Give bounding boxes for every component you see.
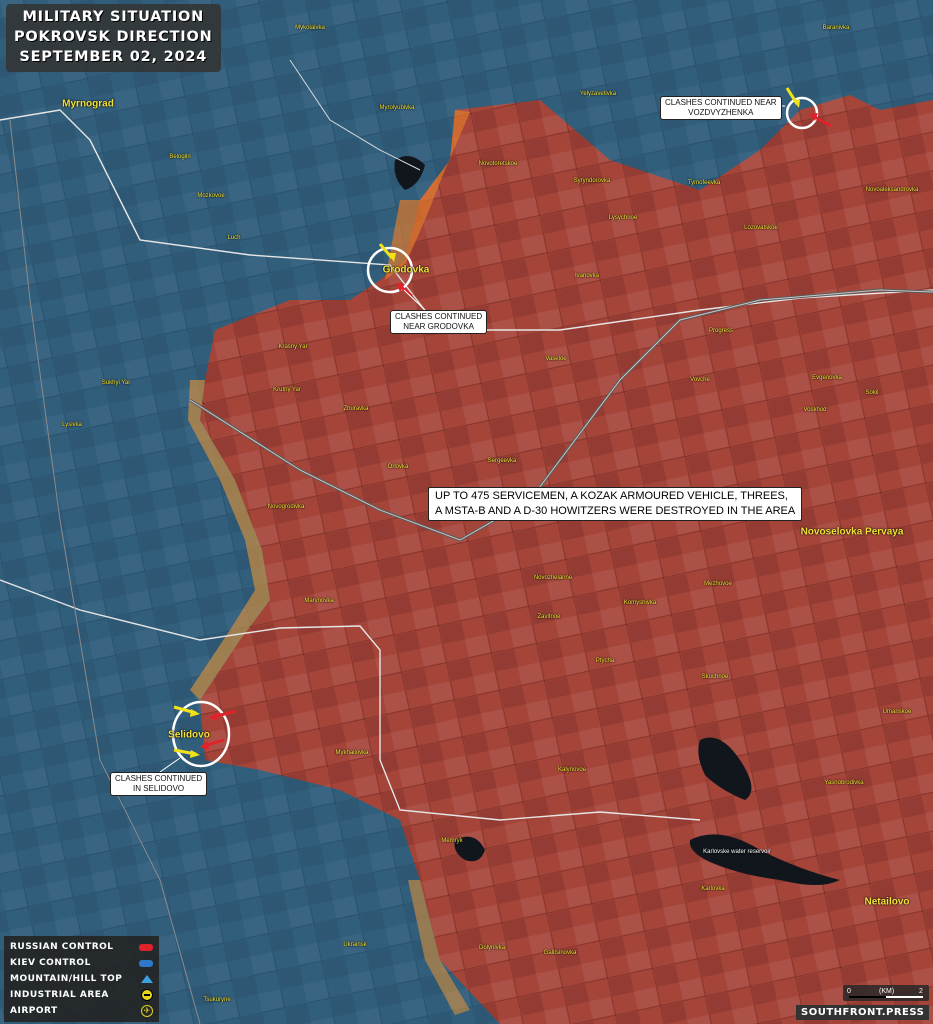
legend-label: INDUSTRIAL AREA — [10, 990, 109, 1000]
callout-text: VOZDVYZHENKA — [688, 108, 754, 117]
factory-icon — [141, 989, 153, 1001]
place-label: Komyshivka — [623, 600, 657, 606]
callout-text: NEAR GRODOVKA — [403, 322, 474, 331]
place-label: Novotoretskoe — [478, 161, 518, 167]
place-label: Voskhod — [803, 407, 827, 413]
place-label: Myrolyubivka — [379, 105, 415, 111]
place-label: Evgenovka — [812, 375, 842, 381]
place-label: Zavitnoe — [537, 614, 561, 620]
place-label: Tymofeevka — [687, 180, 721, 186]
legend-label: AIRPORT — [10, 1006, 58, 1016]
russian-swatch-icon — [139, 943, 153, 951]
place-label: Yelyzavetivka — [579, 91, 617, 97]
place-grodovka: Grodovka — [382, 264, 430, 276]
place-label: Karlovka — [701, 886, 725, 892]
legend-industrial: INDUSTRIAL AREA — [10, 987, 153, 1003]
place-label: Krasny Yar — [278, 344, 308, 350]
callout-selidovo: CLASHES CONTINUED IN SELIDOVO — [110, 772, 208, 796]
plane-icon: ✈ — [141, 1005, 153, 1017]
scale-left: 0 — [847, 988, 851, 995]
place-label: Skuchnoe — [701, 674, 729, 680]
place-label: Mozkovoe — [197, 193, 225, 199]
place-label: Sergeevka — [487, 458, 517, 464]
reservoir-label: Karlovske water reservoir — [703, 849, 771, 855]
place-label: Orlovka — [387, 464, 409, 470]
place-label: Mezhovoe — [704, 581, 732, 587]
place-label: Beloglin — [169, 154, 191, 160]
title-line-2: POKROVSK DIRECTION — [14, 29, 213, 45]
map-canvas[interactable]: MILITARY SITUATION POKROVSK DIRECTION SE… — [0, 0, 933, 1024]
title-line-3: SEPTEMBER 02, 2024 — [19, 49, 208, 65]
place-label: Novoaleksandrovka — [865, 187, 919, 193]
place-label: Dolynivka — [478, 945, 506, 951]
place-label: Zhuravka — [343, 406, 369, 412]
place-label: Mykhailovka — [335, 750, 369, 756]
banner-line-2: A MSTA-B AND A D-30 HOWITZERS WERE DESTR… — [435, 505, 796, 517]
legend-kiev: KIEV CONTROL — [10, 955, 153, 971]
callout-text: CLASHES CONTINUED — [115, 774, 203, 783]
place-label: Ukrainsk — [343, 942, 367, 948]
place-label: Vovche — [690, 377, 710, 383]
legend-label: KIEV CONTROL — [10, 958, 91, 968]
place-label: Sukhyi Yar — [101, 380, 131, 386]
brand-watermark[interactable]: SOUTHFRONT.PRESS — [796, 1005, 930, 1020]
map-title: MILITARY SITUATION POKROVSK DIRECTION SE… — [6, 4, 221, 72]
callout-text: CLASHES CONTINUED NEAR — [665, 98, 777, 107]
callout-grodovka: CLASHES CONTINUED NEAR GRODOVKA — [390, 310, 488, 334]
callout-vozdvyzhenka: CLASHES CONTINUED NEAR VOZDVYZHENKA — [660, 96, 782, 120]
scale-right: 2 — [919, 988, 923, 995]
place-label: Lysivka — [62, 422, 82, 428]
place-label: Yasnobrodivka — [824, 780, 864, 786]
place-label: Luch — [227, 235, 241, 241]
triangle-icon — [141, 975, 153, 983]
place-label: Novozhelanne — [533, 575, 573, 581]
legend-russian: RUSSIAN CONTROL — [10, 939, 153, 955]
place-label: Vaseloe — [545, 356, 567, 362]
place-label: Baranivka — [822, 25, 850, 31]
place-label: Sokil — [865, 390, 879, 396]
place-label: Krutny Yar — [273, 387, 301, 393]
place-myrnograd: Myrnograd — [62, 98, 114, 110]
map-legend: RUSSIAN CONTROL KIEV CONTROL MOUNTAIN/HI… — [4, 936, 159, 1022]
callout-text: CLASHES CONTINUED — [395, 312, 483, 321]
place-label: Progress — [708, 328, 734, 334]
place-label: Ptycha — [595, 658, 615, 664]
place-label: Mykolaivka — [295, 25, 325, 31]
place-label: Lozovatskoe — [744, 225, 778, 231]
place-label: Ivanovka — [574, 273, 600, 279]
place-label: Lysychnoe — [608, 215, 638, 221]
legend-label: RUSSIAN CONTROL — [10, 942, 114, 952]
place-label: Galitsinovka — [543, 950, 577, 956]
scale-unit: (KM) — [879, 988, 895, 995]
place-label: Umanskoe — [882, 709, 912, 715]
place-label: Novogrodivka — [267, 504, 305, 510]
title-line-1: MILITARY SITUATION — [22, 9, 205, 25]
place-label: Marynovka — [304, 598, 334, 604]
place-netailovo: Netailovo — [864, 896, 910, 908]
place-novoselovka-pervaya: Novoselovka Pervaya — [800, 526, 904, 538]
place-label: Syryndorovka — [573, 178, 611, 184]
kiev-swatch-icon — [139, 959, 153, 967]
callout-text: IN SELIDOVO — [133, 784, 185, 793]
legend-label: MOUNTAIN/HILL TOP — [10, 974, 123, 984]
losses-banner: UP TO 475 SERVICEMEN, A KOZAK ARMOURED V… — [428, 487, 803, 521]
scale-bar: 0 (KM) 2 — [843, 985, 929, 1001]
place-selidovo: Selidovo — [168, 729, 210, 741]
legend-mountain: MOUNTAIN/HILL TOP — [10, 971, 153, 987]
place-label: Memryk — [441, 838, 463, 844]
banner-line-1: UP TO 475 SERVICEMEN, A KOZAK ARMOURED V… — [435, 490, 788, 502]
place-label: Kalynovoe — [557, 767, 587, 773]
legend-airport: AIRPORT ✈ — [10, 1003, 153, 1019]
place-label: Tsukuryne — [203, 997, 231, 1003]
